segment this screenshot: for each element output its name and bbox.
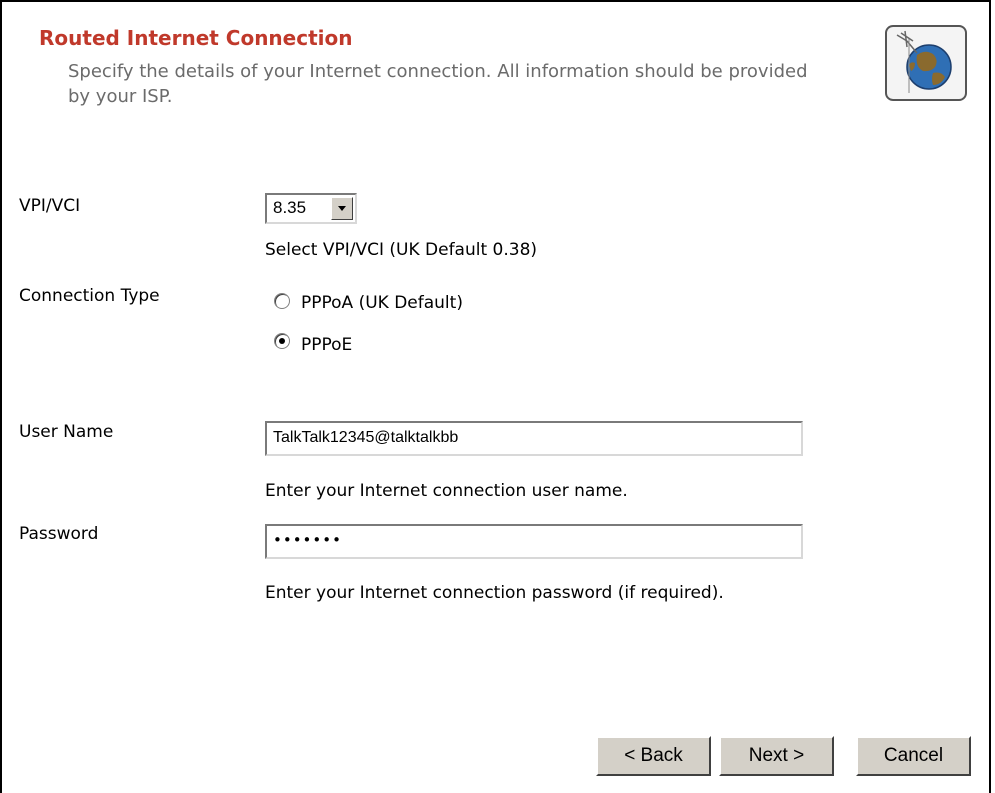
next-button[interactable]: Next > [719, 736, 834, 776]
radio-pppoa[interactable] [274, 293, 290, 309]
user-name-input[interactable]: TalkTalk12345@talktalkbb [265, 421, 803, 456]
page-title: Routed Internet Connection [39, 26, 353, 50]
password-label: Password [19, 524, 99, 544]
vpi-vci-select[interactable]: 8.35 [265, 193, 357, 224]
radio-pppoe[interactable] [274, 333, 290, 349]
connection-type-label: Connection Type [19, 286, 160, 306]
globe-network-icon [885, 25, 967, 101]
vpi-vci-selected-value: 8.35 [273, 198, 307, 217]
globe-icon-graphic [896, 30, 952, 93]
vpi-vci-help: Select VPI/VCI (UK Default 0.38) [265, 240, 538, 260]
user-name-label: User Name [19, 422, 114, 442]
password-input[interactable]: ••••••• [265, 524, 803, 559]
chevron-down-icon[interactable] [331, 197, 353, 220]
radio-pppoe-label[interactable]: PPPoE [301, 335, 352, 355]
cancel-button[interactable]: Cancel [856, 736, 971, 776]
vpi-vci-label: VPI/VCI [19, 196, 81, 216]
back-button[interactable]: < Back [596, 736, 711, 776]
password-help: Enter your Internet connection password … [265, 583, 724, 603]
page-subtitle: Specify the details of your Internet con… [68, 61, 808, 107]
user-name-help: Enter your Internet connection user name… [265, 481, 628, 501]
wizard-frame [0, 0, 991, 793]
radio-pppoa-label[interactable]: PPPoA (UK Default) [301, 293, 463, 313]
